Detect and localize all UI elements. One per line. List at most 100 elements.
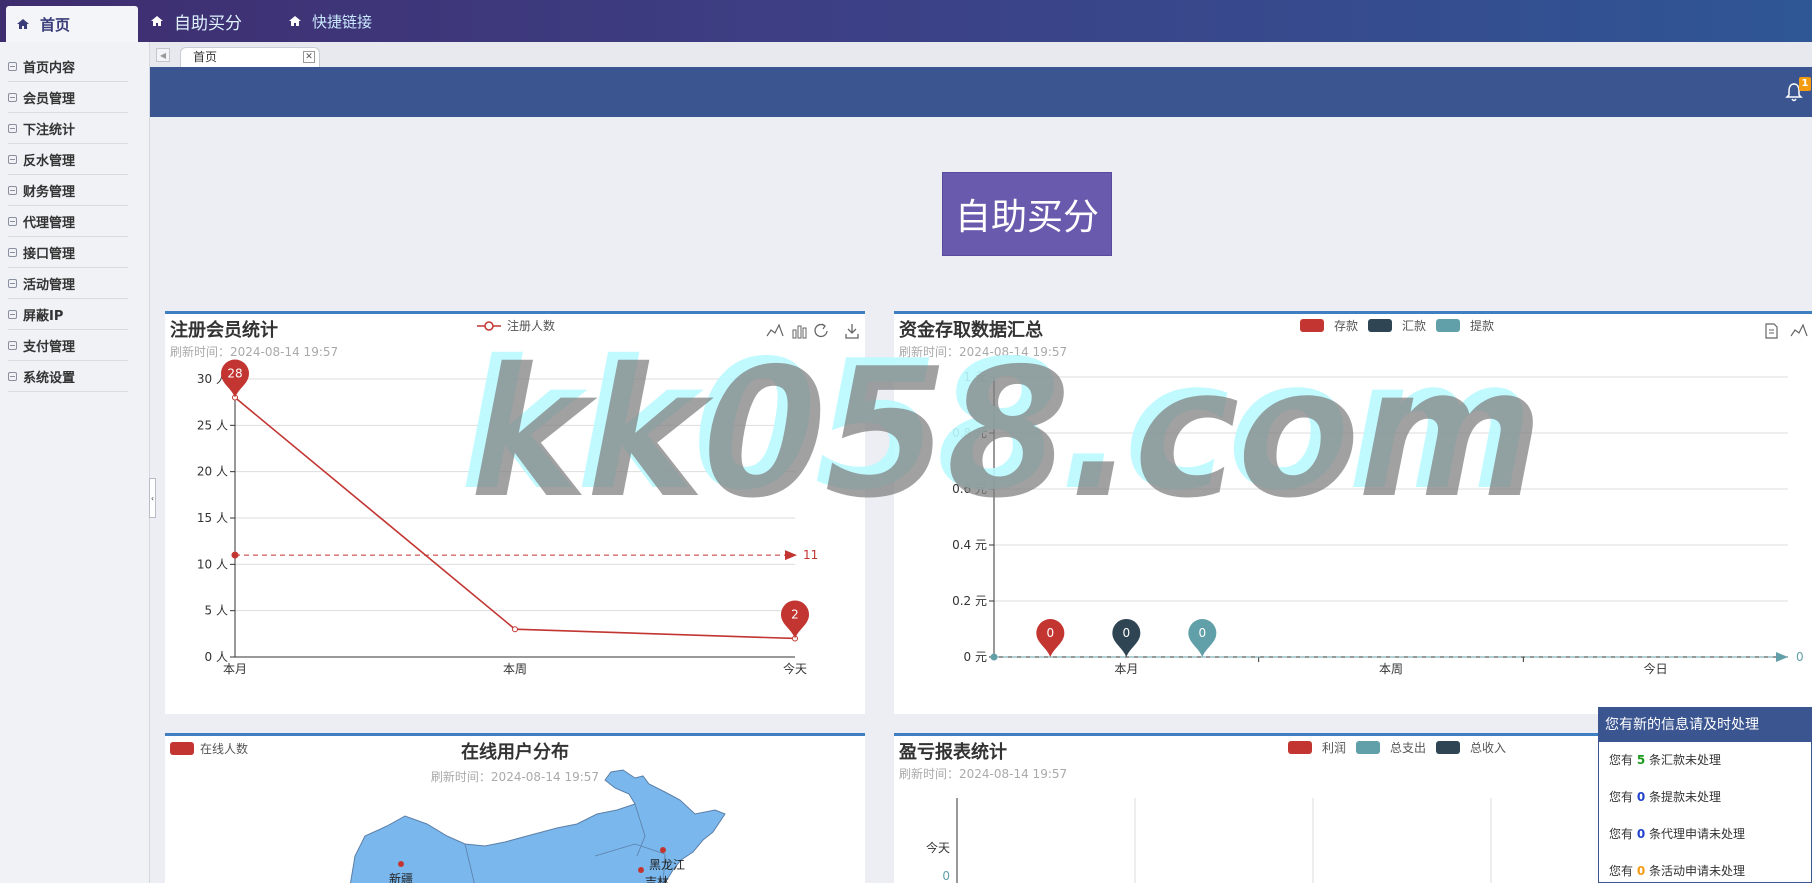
header-band: 1 bbox=[150, 67, 1812, 117]
y-tick-label: 0.2 元 bbox=[952, 594, 987, 608]
tab-label: 首页 bbox=[193, 50, 218, 64]
x-tick-label: 今日 bbox=[1644, 661, 1668, 676]
markpoint-pin-label: 2 bbox=[791, 607, 799, 621]
x-tick-label: 本周 bbox=[503, 662, 527, 676]
sidebar-item-label: 系统设置 bbox=[23, 370, 76, 386]
average-line-arrow bbox=[1776, 652, 1788, 662]
x-tick-label: 本月 bbox=[1114, 662, 1138, 676]
sidebar-item-finance[interactable]: 财务管理 bbox=[8, 175, 128, 206]
y-tick-label: 0 元 bbox=[964, 650, 987, 664]
sidebar-item-rebate[interactable]: 反水管理 bbox=[8, 144, 128, 175]
home-icon bbox=[289, 16, 301, 26]
tab-home[interactable]: 首页 ✕ bbox=[180, 47, 320, 67]
map-label: 新疆 bbox=[389, 871, 413, 883]
average-line-start bbox=[990, 653, 998, 661]
collapse-box-icon bbox=[8, 61, 17, 71]
top-nav-bar: 首页 自助买分 快捷链接 bbox=[0, 0, 1812, 42]
collapse-box-icon bbox=[8, 154, 17, 164]
topnav-self-buy[interactable]: 自助买分 bbox=[150, 0, 242, 42]
sidebar-item-label: 财务管理 bbox=[23, 184, 76, 200]
notification-count: 0 bbox=[1636, 827, 1646, 841]
y-tick-label: 0.4 元 bbox=[952, 538, 987, 552]
notification-popup: 您有新的信息请及时处理 您有 5 条汇款未处理 您有 0 条提款未处理 您有 0… bbox=[1598, 707, 1812, 883]
close-icon[interactable]: ✕ bbox=[303, 51, 315, 63]
notification-prefix: 您有 bbox=[1609, 753, 1634, 767]
topnav-quick-links[interactable]: 快捷链接 bbox=[288, 0, 372, 42]
markpoint-pin-label: 0 bbox=[1199, 626, 1207, 640]
notification-badge: 1 bbox=[1799, 77, 1811, 91]
average-line-arrow bbox=[785, 550, 797, 561]
topnav-label: 首页 bbox=[40, 15, 71, 34]
sidebar-item-members[interactable]: 会员管理 bbox=[8, 82, 128, 113]
average-line-start bbox=[231, 551, 239, 559]
sidebar-item-label: 首页内容 bbox=[23, 60, 76, 76]
sidebar-item-label: 会员管理 bbox=[23, 91, 76, 107]
map-label: 吉林 bbox=[645, 875, 669, 883]
sidebar-item-agents[interactable]: 代理管理 bbox=[8, 206, 128, 237]
notification-count: 0 bbox=[1636, 864, 1646, 878]
average-line-label: 11 bbox=[803, 548, 818, 562]
collapse-box-icon bbox=[8, 123, 17, 133]
notification-text: 条代理申请未处理 bbox=[1649, 827, 1746, 841]
sidebar-item-label: 反水管理 bbox=[23, 153, 76, 169]
collapse-box-icon bbox=[8, 371, 17, 381]
watermark-text: kk058.com bbox=[470, 330, 1543, 537]
y-tick-label: 25 人 bbox=[197, 418, 228, 432]
sidebar-item-block-ip[interactable]: 屏蔽IP bbox=[8, 299, 128, 330]
map-label: 黑龙江 bbox=[649, 858, 685, 872]
x-tick-label: 本周 bbox=[1379, 662, 1403, 676]
sidebar-item-label: 代理管理 bbox=[23, 215, 76, 231]
topnav-label: 自助买分 bbox=[174, 13, 242, 34]
notification-prefix: 您有 bbox=[1609, 790, 1634, 804]
sidebar-item-settings[interactable]: 系统设置 bbox=[8, 361, 128, 392]
y-tick-label: 今天 bbox=[926, 840, 950, 855]
x-tick-label: 本月 bbox=[223, 662, 247, 676]
panel-online-users: 在线人数 在线用户分布 刷新时间：2024-08-14 19:57 黑龙江 新疆… bbox=[165, 733, 865, 883]
collapse-box-icon bbox=[8, 247, 17, 257]
notification-prefix: 您有 bbox=[1609, 827, 1634, 841]
china-map: 黑龙江 新疆 吉林 bbox=[349, 769, 726, 883]
y-tick-label: 15 人 bbox=[197, 511, 228, 525]
self-buy-button[interactable]: 自助买分 bbox=[942, 172, 1112, 256]
notification-title: 您有新的信息请及时处理 bbox=[1599, 708, 1811, 742]
home-icon bbox=[17, 19, 29, 29]
collapse-box-icon bbox=[8, 92, 17, 102]
average-line-label: 0 bbox=[1796, 650, 1804, 664]
markpoint-pin-label: 28 bbox=[227, 367, 242, 381]
markpoint-pin-label: 0 bbox=[1123, 626, 1131, 640]
sidebar-item-bets[interactable]: 下注统计 bbox=[8, 113, 128, 144]
notification-count: 5 bbox=[1636, 753, 1646, 767]
map-marker[interactable] bbox=[660, 847, 666, 853]
data-point bbox=[512, 626, 518, 633]
sidebar-item-label: 接口管理 bbox=[23, 246, 76, 262]
data-label: 0 bbox=[942, 869, 950, 883]
notification-text: 条活动申请未处理 bbox=[1649, 864, 1746, 878]
topnav-label: 快捷链接 bbox=[312, 12, 373, 31]
notification-row[interactable]: 您有 5 条汇款未处理 bbox=[1599, 742, 1811, 779]
sidebar: 首页内容 会员管理 下注统计 反水管理 财务管理 代理管理 接口管理 活动管理 … bbox=[0, 42, 150, 883]
y-tick-label: 20 人 bbox=[197, 465, 228, 479]
sidebar-item-label: 下注统计 bbox=[23, 122, 76, 138]
app-root: { "topnav": { "items": [ {"label": "首页",… bbox=[0, 0, 1812, 883]
sidebar-collapse-handle[interactable]: ‹ bbox=[149, 478, 156, 518]
sidebar-item-home-content[interactable]: 首页内容 bbox=[8, 51, 128, 82]
y-tick-label: 5 人 bbox=[205, 604, 228, 618]
sidebar-item-events[interactable]: 活动管理 bbox=[8, 268, 128, 299]
collapse-box-icon bbox=[8, 185, 17, 195]
notification-row[interactable]: 您有 0 条提款未处理 bbox=[1599, 779, 1811, 816]
topnav-home[interactable]: 首页 bbox=[6, 6, 138, 42]
sidebar-item-label: 支付管理 bbox=[23, 339, 76, 355]
sidebar-item-api[interactable]: 接口管理 bbox=[8, 237, 128, 268]
home-icon bbox=[151, 16, 163, 26]
notification-text: 条汇款未处理 bbox=[1649, 753, 1722, 767]
sidebar-item-label: 活动管理 bbox=[23, 277, 76, 293]
map-marker[interactable] bbox=[398, 861, 404, 867]
collapse-box-icon bbox=[8, 216, 17, 226]
notification-row[interactable]: 您有 0 条活动申请未处理 bbox=[1599, 853, 1811, 883]
sidebar-item-payment[interactable]: 支付管理 bbox=[8, 330, 128, 361]
notification-row[interactable]: 您有 0 条代理申请未处理 bbox=[1599, 816, 1811, 853]
collapse-box-icon bbox=[8, 278, 17, 288]
tab-scroll-left-icon[interactable]: ◀ bbox=[156, 48, 170, 62]
y-tick-label: 10 人 bbox=[197, 557, 228, 571]
map-marker[interactable] bbox=[638, 867, 644, 873]
